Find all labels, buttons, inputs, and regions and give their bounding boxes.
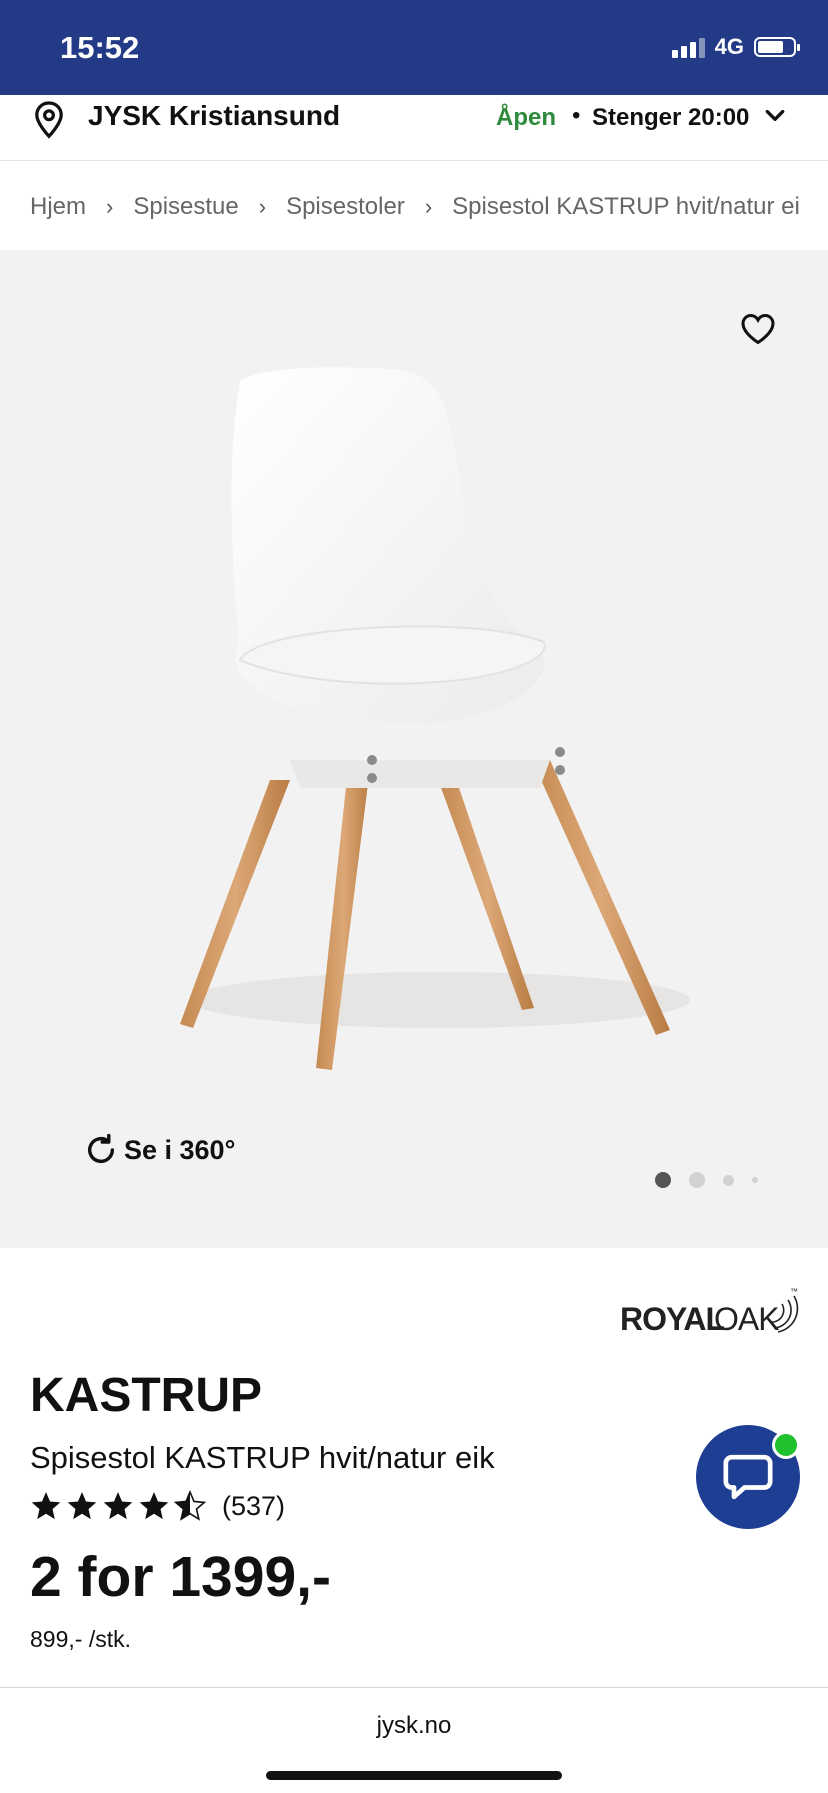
chat-button[interactable] [696, 1425, 800, 1529]
online-status-badge [772, 1431, 800, 1459]
product-subtitle: Spisestol KASTRUP hvit/natur eik [30, 1440, 495, 1475]
chevron-right-icon: › [106, 194, 114, 219]
view-360-label: Se i 360° [124, 1134, 236, 1165]
star-icon [31, 1492, 61, 1520]
product-image [180, 367, 690, 1070]
battery-level [758, 41, 783, 53]
pagination-dot-2[interactable] [689, 1172, 705, 1188]
pagination-dot-3[interactable] [723, 1174, 734, 1186]
brand-trademark: ™ [790, 1287, 798, 1296]
image-pagination[interactable] [655, 1172, 758, 1188]
brand-name-secondary: OAK [714, 1301, 779, 1337]
product-title: KASTRUP [30, 1369, 263, 1422]
status-time: 15:52 [60, 30, 140, 65]
rating-count: (537) [222, 1490, 286, 1521]
rotate-360-icon [87, 1133, 115, 1163]
chevron-right-icon: › [424, 194, 433, 219]
network-type: 4G [714, 34, 744, 59]
store-selector[interactable]: JYSK Kristiansund Åpen • Stenger 20:00 [0, 95, 828, 161]
breadcrumb: Hjem › Spisestue › Spisestoler › Spisest… [30, 190, 800, 224]
url-text[interactable]: jysk.no [0, 1712, 828, 1740]
location-pin-icon [32, 101, 66, 144]
chevron-down-icon[interactable] [764, 105, 786, 132]
pagination-dot-4[interactable] [752, 1177, 758, 1183]
star-icon [139, 1492, 169, 1520]
battery-icon [754, 37, 800, 57]
browser-url-bar[interactable]: jysk.no [0, 1687, 828, 1793]
status-indicators: 4G [671, 34, 800, 60]
product-price: 2 for 1399,- [30, 1545, 331, 1609]
star-half-icon [174, 1490, 206, 1521]
breadcrumb-item-current: Spisestol KASTRUP hvit/natur eik [452, 193, 800, 220]
store-closing-time: Stenger 20:00 [592, 104, 750, 131]
breadcrumb-item-dining-room[interactable]: Spisestue [133, 193, 238, 221]
store-status-open: Åpen [496, 104, 556, 131]
star-icon [67, 1492, 97, 1520]
product-rating[interactable]: (537) [30, 1490, 285, 1522]
heart-icon[interactable] [740, 312, 776, 351]
unit-price: 899,- /stk. [30, 1626, 131, 1652]
breadcrumb-item-dining-chairs[interactable]: Spisestoler [286, 193, 405, 221]
store-separator: • [572, 102, 581, 129]
home-indicator[interactable] [266, 1771, 562, 1780]
signal-icon [671, 36, 705, 58]
status-bar: 15:52 4G [0, 0, 828, 95]
product-image-gallery[interactable]: Se i 360° [0, 250, 828, 1248]
brand-logo: ROYAL OAK ™ [620, 1282, 800, 1343]
chevron-right-icon: › [258, 194, 267, 219]
store-name: JYSK Kristiansund [88, 100, 341, 131]
chat-icon [723, 1454, 773, 1500]
view-360-button[interactable]: Se i 360° [84, 1133, 235, 1167]
star-icon [103, 1492, 133, 1520]
pagination-dot-1[interactable] [655, 1172, 671, 1188]
brand-name-primary: ROYAL [620, 1301, 725, 1337]
breadcrumb-item-home[interactable]: Hjem [30, 193, 86, 221]
